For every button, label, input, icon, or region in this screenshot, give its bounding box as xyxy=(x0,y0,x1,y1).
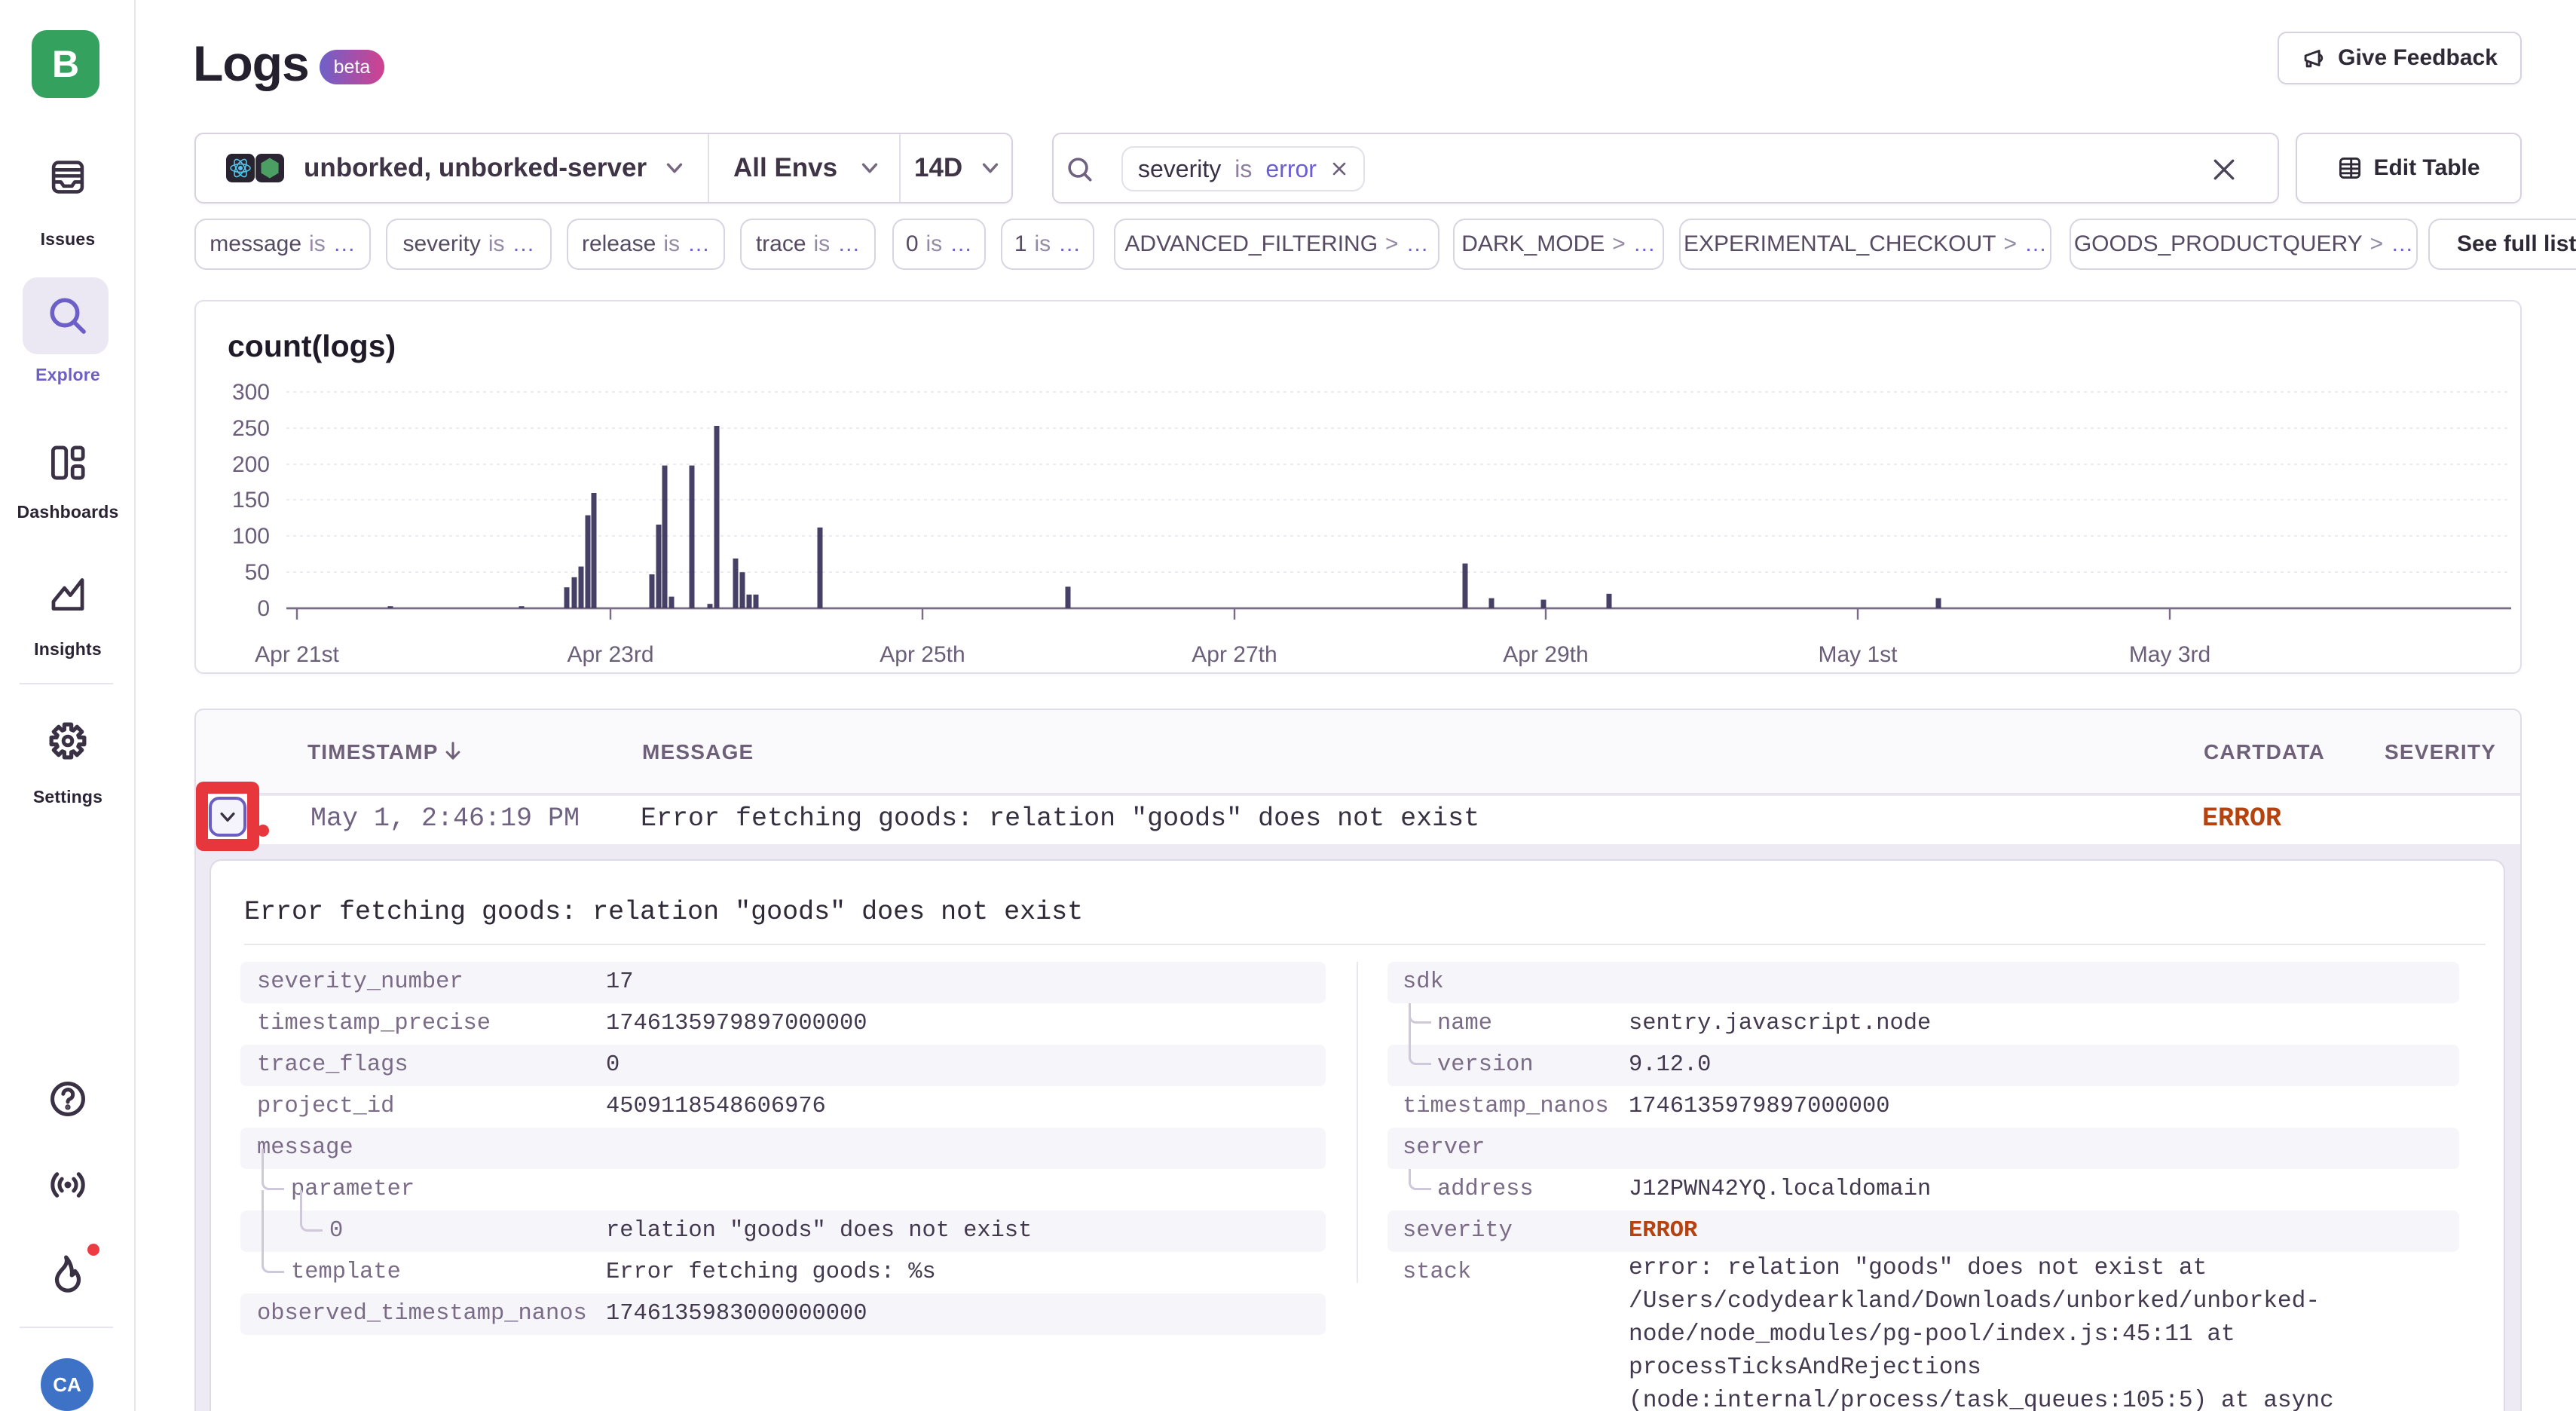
svg-text:Apr 21st: Apr 21st xyxy=(255,642,339,667)
svg-text:May 1st: May 1st xyxy=(1818,642,1898,667)
svg-text:Apr 27th: Apr 27th xyxy=(1192,642,1277,667)
svg-text:May 3rd: May 3rd xyxy=(2129,642,2210,667)
svg-text:200: 200 xyxy=(232,452,270,477)
svg-text:100: 100 xyxy=(232,524,270,549)
svg-text:Apr 23rd: Apr 23rd xyxy=(567,642,653,667)
svg-text:300: 300 xyxy=(232,380,270,405)
svg-text:Apr 29th: Apr 29th xyxy=(1503,642,1588,667)
svg-text:Apr 25th: Apr 25th xyxy=(880,642,965,667)
svg-text:50: 50 xyxy=(245,560,270,585)
svg-text:150: 150 xyxy=(232,488,270,513)
svg-text:250: 250 xyxy=(232,416,270,441)
svg-text:0: 0 xyxy=(257,596,270,621)
